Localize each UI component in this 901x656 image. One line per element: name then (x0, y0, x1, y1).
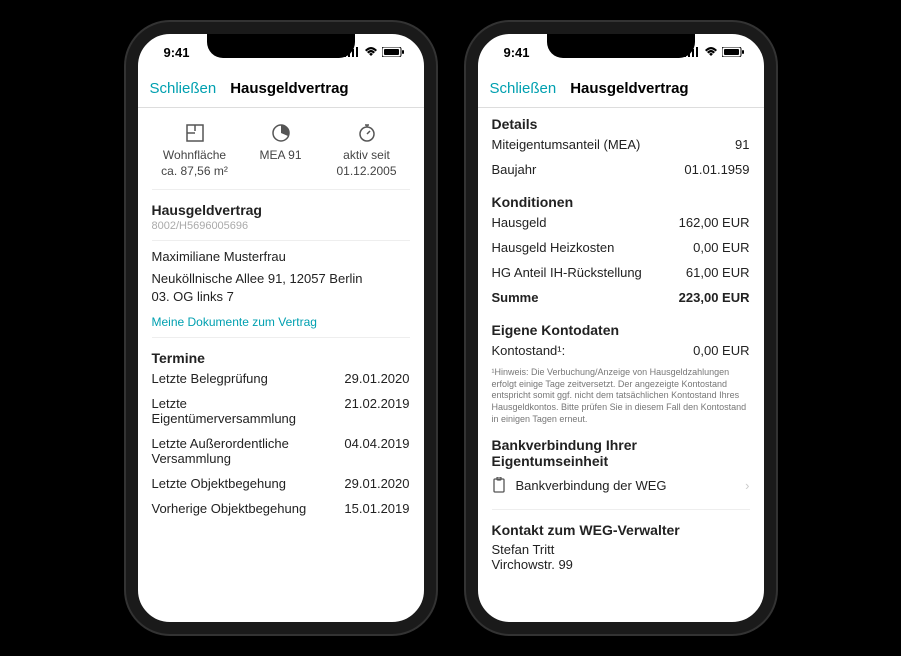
divider (492, 509, 750, 510)
stat-active-value: 01.12.2005 (324, 164, 410, 180)
contract-heading: Hausgeldvertrag (152, 202, 410, 218)
list-item: Letzte Außerordentliche Versammlung04.04… (152, 431, 410, 471)
stat-mea-label: MEA 91 (238, 148, 324, 164)
phone-left: 9:41 Schließen Hausgeldvertrag Wohnfläch… (126, 22, 436, 634)
content-right: Details Miteigentumsanteil (MEA)91 Bauja… (478, 108, 764, 622)
stat-area: Wohnfläche ca. 87,56 m² (152, 122, 238, 179)
list-item: Baujahr01.01.1959 (492, 157, 750, 182)
content-left: Wohnfläche ca. 87,56 m² MEA 91 aktiv sei… (138, 108, 424, 622)
battery-icon (722, 47, 744, 57)
notch (547, 34, 695, 58)
details-heading: Details (492, 116, 750, 132)
list-item: Letzte Objektbegehung29.01.2020 (152, 471, 410, 496)
dates-list: Letzte Belegprüfung29.01.2020 Letzte Eig… (152, 366, 410, 521)
contract-holder: Maximiliane Musterfrau (152, 249, 410, 264)
contact-address: Virchowstr. 99 (492, 557, 750, 572)
pie-icon (238, 122, 324, 144)
account-hint: ¹Hinweis: Die Verbuchung/Anzeige von Hau… (492, 367, 750, 425)
contact-heading: Kontakt zum WEG-Verwalter (492, 522, 750, 538)
stat-area-value: ca. 87,56 m² (152, 164, 238, 180)
list-item: Miteigentumsanteil (MEA)91 (492, 132, 750, 157)
close-button[interactable]: Schließen (490, 80, 557, 97)
list-item: Hausgeld Heizkosten0,00 EUR (492, 235, 750, 260)
conditions-heading: Konditionen (492, 194, 750, 210)
summary-stats: Wohnfläche ca. 87,56 m² MEA 91 aktiv sei… (152, 108, 410, 190)
list-item: Letzte Eigentümerversammlung21.02.2019 (152, 391, 410, 431)
stopwatch-icon (324, 122, 410, 144)
list-item: Letzte Belegprüfung29.01.2020 (152, 366, 410, 391)
list-item: HG Anteil IH-Rückstellung61,00 EUR (492, 260, 750, 285)
notch (207, 34, 355, 58)
documents-link[interactable]: Meine Dokumente zum Vertrag (152, 315, 410, 329)
phone-right: 9:41 Schließen Hausgeldvertrag Details M… (466, 22, 776, 634)
battery-icon (382, 47, 404, 57)
list-item: Vorherige Objektbegehung15.01.2019 (152, 496, 410, 521)
divider (152, 240, 410, 241)
page-title: Hausgeldvertrag (570, 80, 688, 97)
conditions-sum: Summe223,00 EUR (492, 285, 750, 310)
account-balance: Kontostand¹:0,00 EUR (492, 338, 750, 363)
stat-active-label: aktiv seit (324, 148, 410, 164)
wifi-icon (364, 47, 378, 57)
stat-area-label: Wohnfläche (152, 148, 238, 164)
contract-address: Neuköllnische Allee 91, 12057 Berlin 03.… (152, 270, 410, 305)
close-button[interactable]: Schließen (150, 80, 217, 97)
bank-heading: Bankverbindung Ihrer Eigentumseinheit (492, 437, 750, 469)
status-time: 9:41 (504, 45, 530, 60)
nav-bar: Schließen Hausgeldvertrag (478, 70, 764, 108)
status-time: 9:41 (164, 45, 190, 60)
stat-mea: MEA 91 (238, 122, 324, 179)
bank-link-label: Bankverbindung der WEG (516, 478, 667, 493)
bank-link[interactable]: Bankverbindung der WEG › (492, 469, 750, 501)
page-title: Hausgeldvertrag (230, 80, 348, 97)
account-heading: Eigene Kontodaten (492, 322, 750, 338)
floorplan-icon (152, 122, 238, 144)
contact-name: Stefan Tritt (492, 542, 750, 557)
divider (152, 337, 410, 338)
wifi-icon (704, 47, 718, 57)
contract-id: 8002/H5696005696 (152, 220, 410, 232)
clipboard-icon (492, 477, 506, 493)
list-item: Hausgeld162,00 EUR (492, 210, 750, 235)
chevron-right-icon: › (745, 478, 749, 493)
dates-heading: Termine (152, 350, 410, 366)
nav-bar: Schließen Hausgeldvertrag (138, 70, 424, 108)
stat-active: aktiv seit 01.12.2005 (324, 122, 410, 179)
